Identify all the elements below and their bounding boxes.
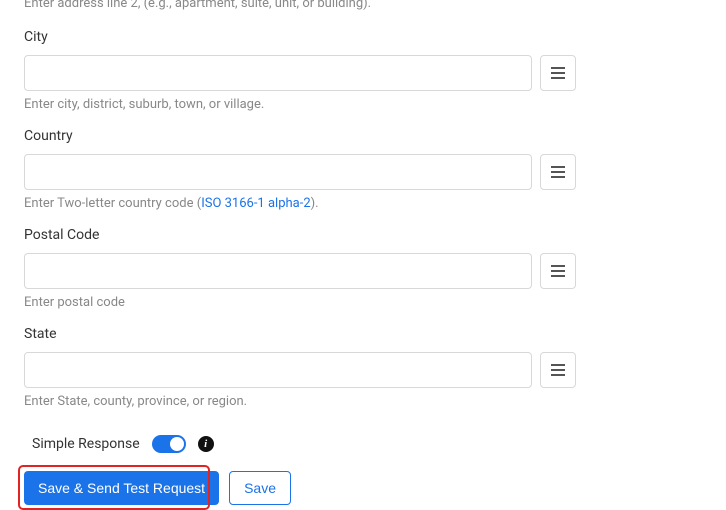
address-line-2-hint: Enter address line 2, (e.g., apartment, … xyxy=(24,0,576,11)
country-input[interactable] xyxy=(24,154,532,190)
simple-response-label: Simple Response xyxy=(32,436,140,452)
toggle-knob xyxy=(170,437,184,451)
state-input-row xyxy=(24,352,576,388)
state-field-group: State Enter State, county, province, or … xyxy=(24,326,576,409)
postal-code-input[interactable] xyxy=(24,253,532,289)
hamburger-icon xyxy=(550,264,566,278)
country-hint-suffix: ). xyxy=(311,196,319,211)
postal-code-field-group: Postal Code Enter postal code xyxy=(24,227,576,310)
country-hint-prefix: Enter Two-letter country code ( xyxy=(24,196,201,211)
city-input[interactable] xyxy=(24,55,532,91)
country-field-group: Country Enter Two-letter country code (I… xyxy=(24,128,576,211)
postal-code-input-row xyxy=(24,253,576,289)
postal-code-hint: Enter postal code xyxy=(24,295,576,310)
country-label: Country xyxy=(24,128,576,144)
country-options-button[interactable] xyxy=(540,154,576,190)
city-input-row xyxy=(24,55,576,91)
country-input-row xyxy=(24,154,576,190)
city-field-group: City Enter city, district, suburb, town,… xyxy=(24,29,576,112)
hamburger-icon xyxy=(550,165,566,179)
postal-code-options-button[interactable] xyxy=(540,253,576,289)
hamburger-icon xyxy=(550,363,566,377)
form-container: Enter address line 2, (e.g., apartment, … xyxy=(0,0,726,505)
state-hint: Enter State, county, province, or region… xyxy=(24,394,576,409)
hamburger-icon xyxy=(550,66,566,80)
city-hint: Enter city, district, suburb, town, or v… xyxy=(24,97,576,112)
state-input[interactable] xyxy=(24,352,532,388)
iso-3166-link[interactable]: ISO 3166-1 alpha-2 xyxy=(201,196,310,211)
city-label: City xyxy=(24,29,576,45)
simple-response-row: Simple Response i xyxy=(32,435,576,453)
info-icon[interactable]: i xyxy=(198,436,214,452)
city-options-button[interactable] xyxy=(540,55,576,91)
postal-code-label: Postal Code xyxy=(24,227,576,243)
state-options-button[interactable] xyxy=(540,352,576,388)
state-label: State xyxy=(24,326,576,342)
country-hint: Enter Two-letter country code (ISO 3166-… xyxy=(24,196,576,211)
simple-response-toggle[interactable] xyxy=(152,435,186,453)
